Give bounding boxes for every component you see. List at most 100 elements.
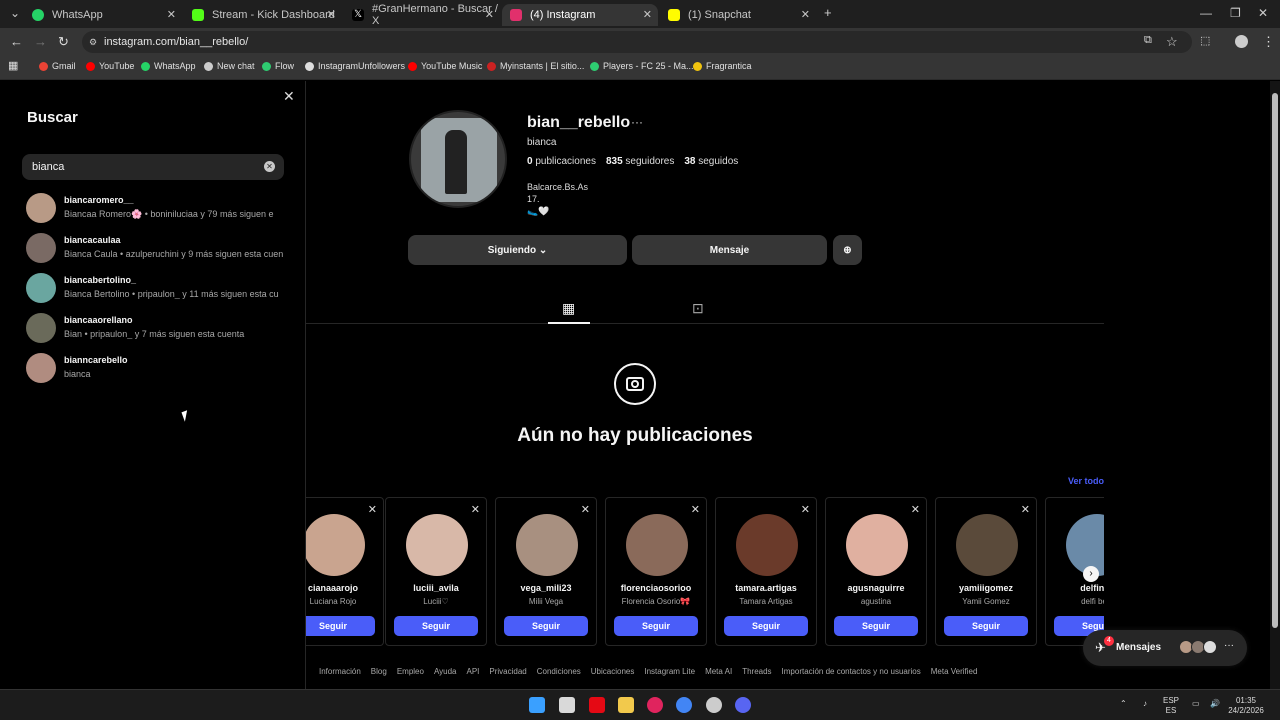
search-result[interactable]: biancabertolino_ Bianca Bertolino • prip… xyxy=(26,273,288,305)
chrome-icon[interactable] xyxy=(676,697,692,713)
back-icon[interactable]: ← xyxy=(10,34,23,49)
follow-button[interactable]: Seguir xyxy=(724,616,808,636)
clock[interactable]: 01:35 24/2/2026 xyxy=(1226,696,1266,716)
discord-icon[interactable] xyxy=(735,697,751,713)
suggestion-card[interactable]: ✕ tamara.artigas Tamara Artigas Seguir xyxy=(715,497,817,646)
dismiss-icon[interactable]: ✕ xyxy=(471,503,480,516)
following-stat[interactable]: 38 seguidos xyxy=(684,156,738,167)
language-indicator[interactable]: ESP ES xyxy=(1163,696,1179,716)
bookmark-whatsapp[interactable]: WhatsApp xyxy=(141,61,196,71)
footer-link[interactable]: Instagram Lite xyxy=(644,667,695,676)
dismiss-icon[interactable]: ✕ xyxy=(1021,503,1030,516)
tab-kick[interactable]: Stream - Kick Dashboard ✕ xyxy=(184,4,342,26)
bookmark-fc25[interactable]: Players - FC 25 - Ma... xyxy=(590,61,694,71)
store-icon[interactable] xyxy=(559,697,575,713)
suggestion-card[interactable]: ✕ florenciaosorioo Florencia Osorio🎀 Seg… xyxy=(605,497,707,646)
suggestion-card[interactable]: ✕ yamiiigomez Yamii Gomez Seguir xyxy=(935,497,1037,646)
footer-link[interactable]: Condiciones xyxy=(537,667,581,676)
minimize-icon[interactable]: — xyxy=(1200,6,1212,20)
search-result[interactable]: biancaaorellano Bian • pripaulon_ y 7 má… xyxy=(26,313,288,345)
profile-avatar-icon[interactable] xyxy=(1235,35,1248,48)
footer-link[interactable]: Empleo xyxy=(397,667,424,676)
follow-button[interactable]: Seguir xyxy=(504,616,588,636)
menu-icon[interactable]: ⋮ xyxy=(1262,34,1275,50)
profile-picture[interactable] xyxy=(409,110,507,208)
search-input[interactable] xyxy=(32,161,252,173)
posts-grid-tab-icon[interactable]: ▦ xyxy=(562,300,575,317)
close-icon[interactable]: ✕ xyxy=(167,8,176,21)
scrollbar-thumb[interactable] xyxy=(1272,93,1278,628)
search-result[interactable]: bianncarebello bianca xyxy=(26,353,288,385)
bookmark-fragrantica[interactable]: Fragrantica xyxy=(693,61,752,71)
close-icon[interactable]: ✕ xyxy=(485,8,494,21)
followers-stat[interactable]: 835 seguidores xyxy=(606,156,674,167)
file-explorer-icon[interactable] xyxy=(618,697,634,713)
follow-button[interactable]: Seguir xyxy=(394,616,478,636)
next-arrow-icon[interactable]: › xyxy=(1083,566,1099,582)
footer-link[interactable]: Threads xyxy=(742,667,771,676)
footer-link[interactable]: Importación de contactos y no usuarios xyxy=(782,667,921,676)
clear-search-icon[interactable]: ✕ xyxy=(264,161,275,172)
follow-button[interactable]: Seguir xyxy=(306,616,375,636)
tab-x[interactable]: 𝕏 #GranHermano - Buscar / X ✕ xyxy=(344,3,500,27)
suggestion-card[interactable]: ✕ agusnaguirre agustina Seguir xyxy=(825,497,927,646)
close-icon[interactable]: ✕ xyxy=(643,8,652,21)
footer-link[interactable]: Información xyxy=(319,667,361,676)
volume-icon[interactable]: 🔊 xyxy=(1210,699,1220,709)
message-button[interactable]: Mensaje xyxy=(632,235,827,265)
dismiss-icon[interactable]: ✕ xyxy=(691,503,700,516)
tab-whatsapp[interactable]: WhatsApp ✕ xyxy=(24,4,182,26)
start-icon[interactable] xyxy=(529,697,545,713)
microphone-icon[interactable]: ♪ xyxy=(1143,699,1147,709)
media-player-icon[interactable] xyxy=(647,697,663,713)
close-window-icon[interactable]: ✕ xyxy=(1258,6,1268,20)
footer-link[interactable]: Blog xyxy=(371,667,387,676)
bookmark-flow[interactable]: Flow xyxy=(262,61,294,71)
bookmark-new-chat[interactable]: New chat xyxy=(204,61,255,71)
footer-link[interactable]: Meta Verified xyxy=(931,667,978,676)
messages-pill[interactable]: ✈ 4 Mensajes ··· xyxy=(1083,630,1247,666)
footer-link[interactable]: API xyxy=(466,667,479,676)
dismiss-icon[interactable]: ✕ xyxy=(368,503,377,516)
bookmark-youtube-music[interactable]: YouTube Music xyxy=(408,61,482,71)
chevron-up-icon[interactable]: ⌃ xyxy=(1120,699,1127,709)
new-tab-icon[interactable]: + xyxy=(824,5,832,20)
display-icon[interactable]: ▭ xyxy=(1192,699,1200,709)
bookmark-youtube[interactable]: YouTube xyxy=(86,61,134,71)
scrollbar[interactable] xyxy=(1270,81,1280,689)
obs-icon[interactable] xyxy=(706,697,722,713)
follow-button[interactable]: Seguir xyxy=(944,616,1028,636)
forward-icon[interactable]: → xyxy=(34,34,47,49)
tab-snapchat[interactable]: (1) Snapchat ✕ xyxy=(660,4,816,26)
extensions-icon[interactable]: ⬚ xyxy=(1200,34,1210,47)
dismiss-icon[interactable]: ✕ xyxy=(581,503,590,516)
dismiss-icon[interactable]: ✕ xyxy=(801,503,810,516)
bookmark-myinstants[interactable]: Myinstants | El sitio... xyxy=(487,61,584,71)
restore-icon[interactable]: ❐ xyxy=(1230,6,1241,20)
bookmark-instagram-unfollowers[interactable]: InstagramUnfollowers xyxy=(305,61,405,71)
suggestion-card[interactable]: ✕ luciii_avila Luciii♡ Seguir xyxy=(385,497,487,646)
netflix-icon[interactable] xyxy=(589,697,605,713)
search-input-box[interactable]: ✕ xyxy=(22,154,284,180)
follow-button[interactable]: Seguir xyxy=(834,616,918,636)
suggestion-card[interactable]: ✕ vega_mili23 Milii Vega Seguir xyxy=(495,497,597,646)
tagged-tab-icon[interactable]: ⊡ xyxy=(692,300,704,317)
reload-icon[interactable]: ↻ xyxy=(58,34,69,50)
footer-link[interactable]: Ubicaciones xyxy=(591,667,635,676)
more-options-icon[interactable]: ··· xyxy=(631,115,643,129)
star-icon[interactable]: ☆ xyxy=(1166,34,1178,50)
footer-link[interactable]: Ayuda xyxy=(434,667,457,676)
suggestion-card[interactable]: ✕ cianaaarojo Luciana Rojo Seguir xyxy=(306,497,384,646)
tab-search-icon[interactable]: ⌄ xyxy=(10,6,20,20)
bookmark-gmail[interactable]: Gmail xyxy=(39,61,76,71)
close-icon[interactable]: ✕ xyxy=(283,88,295,105)
close-icon[interactable]: ✕ xyxy=(801,8,810,21)
footer-link[interactable]: Privacidad xyxy=(489,667,526,676)
apps-icon[interactable]: ▦ xyxy=(8,59,18,72)
dismiss-icon[interactable]: ✕ xyxy=(911,503,920,516)
search-result[interactable]: biancacaulaa Bianca Caula • azulperuchin… xyxy=(26,233,288,265)
url-field[interactable]: ⚙ instagram.com/bian__rebello/ xyxy=(82,31,1192,53)
footer-link[interactable]: Meta AI xyxy=(705,667,732,676)
see-all-link[interactable]: Ver todo xyxy=(1068,476,1104,486)
following-button[interactable]: Siguiendo ⌄ xyxy=(408,235,627,265)
